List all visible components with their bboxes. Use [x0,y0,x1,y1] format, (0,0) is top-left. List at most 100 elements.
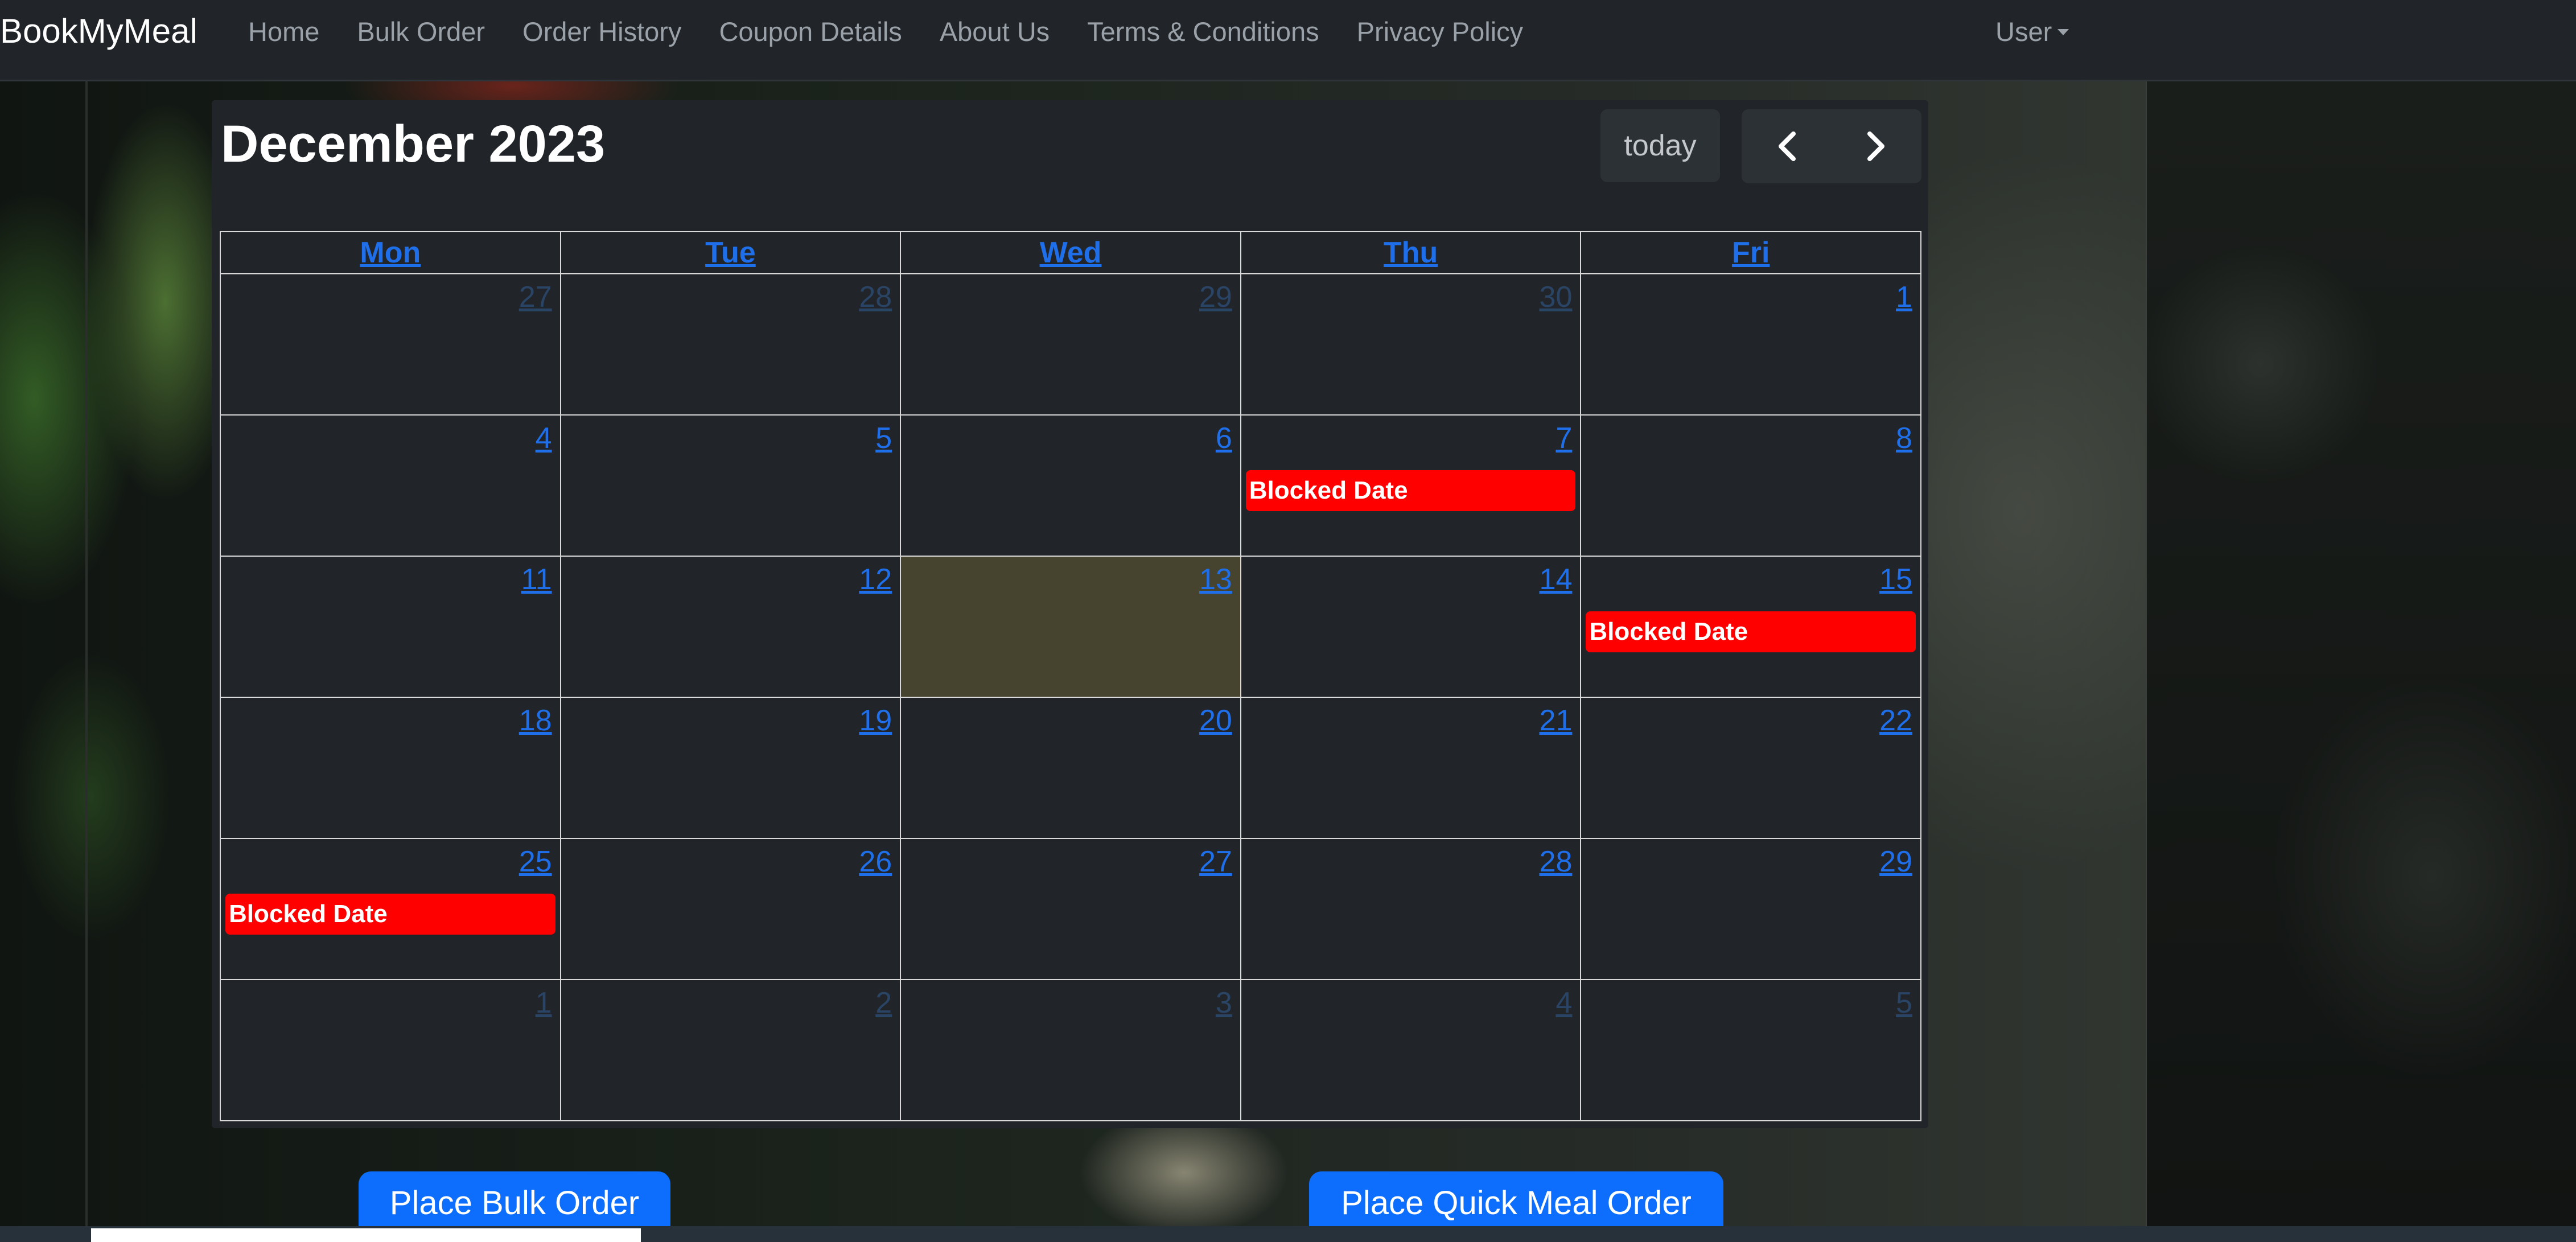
day-number[interactable]: 20 [1199,702,1232,739]
calendar-day-cell[interactable]: 6 [901,416,1241,556]
day-number[interactable]: 6 [1216,420,1232,457]
calendar-day-cell[interactable]: 2 [561,980,902,1120]
day-number[interactable]: 30 [1540,279,1573,315]
day-number[interactable]: 12 [859,561,892,598]
caret-down-icon [2057,29,2069,35]
calendar-week-row: 25 Blocked Date 26 27 28 29 [221,839,1920,980]
day-number[interactable]: 1 [536,985,552,1021]
nav-about-us[interactable]: About Us [940,15,1050,49]
calendar-day-cell[interactable]: 21 [1241,698,1582,838]
day-number[interactable]: 27 [519,279,552,315]
brand-logo[interactable]: BookMyMeal [0,11,197,51]
calendar-day-cell[interactable]: 4 [221,416,561,556]
calendar-day-cell-today[interactable]: 13 [901,557,1241,697]
day-number[interactable]: 2 [875,985,892,1021]
weekday-wed[interactable]: Wed [901,232,1241,273]
chevron-right-icon [1867,131,1884,161]
calendar-day-cell[interactable]: 14 [1241,557,1582,697]
user-dropdown-label: User [1995,17,2052,47]
calendar-day-cell[interactable]: 12 [561,557,902,697]
calendar-day-cell[interactable]: 20 [901,698,1241,838]
day-number[interactable]: 28 [1540,844,1573,880]
day-number[interactable]: 29 [1199,279,1232,315]
next-month-button[interactable] [1832,109,1921,183]
day-number[interactable]: 5 [1896,985,1912,1021]
day-number[interactable]: 18 [519,702,552,739]
calendar-day-cell[interactable]: 3 [901,980,1241,1120]
day-number[interactable]: 19 [859,702,892,739]
today-button[interactable]: today [1600,109,1720,182]
calendar-grid: Mon Tue Wed Thu Fri 27 28 29 30 1 4 5 6 7 Blocked… [220,231,1921,1121]
blocked-date-event[interactable]: Blocked Date [1586,611,1916,652]
weekday-tue[interactable]: Tue [561,232,902,273]
calendar-day-cell[interactable]: 26 [561,839,902,979]
calendar-day-cell[interactable]: 25 Blocked Date [221,839,561,979]
day-number[interactable]: 15 [1879,561,1912,598]
content-left-edge [85,80,88,1242]
calendar-week-row: 27 28 29 30 1 [221,274,1920,416]
day-number[interactable]: 7 [1556,420,1572,457]
calendar-day-cell[interactable]: 27 [901,839,1241,979]
calendar-day-cell[interactable]: 22 [1581,698,1920,838]
blocked-date-event[interactable]: Blocked Date [225,894,555,935]
day-number[interactable]: 14 [1540,561,1573,598]
nav-bulk-order[interactable]: Bulk Order [357,15,485,49]
calendar-day-cell[interactable]: 29 [901,274,1241,414]
calendar-nav-buttons [1742,109,1921,183]
day-number[interactable]: 1 [1896,279,1912,315]
calendar: December 2023 today Mon Tue Wed Thu Fri … [212,100,1928,1128]
background-image-right [2146,80,2576,1242]
day-number[interactable]: 8 [1896,420,1912,457]
nav-terms-conditions[interactable]: Terms & Conditions [1087,15,1319,49]
day-number[interactable]: 11 [521,561,552,598]
day-number[interactable]: 4 [1556,985,1572,1021]
day-number[interactable]: 26 [859,844,892,880]
nav-home[interactable]: Home [248,15,319,49]
weekday-thu[interactable]: Thu [1241,232,1582,273]
calendar-day-cell[interactable]: 29 [1581,839,1920,979]
user-dropdown[interactable]: User [1995,15,2069,49]
calendar-day-cell[interactable]: 8 [1581,416,1920,556]
calendar-week-row: 1 2 3 4 5 [221,980,1920,1120]
day-number[interactable]: 22 [1879,702,1912,739]
day-number[interactable]: 4 [536,420,552,457]
day-number[interactable]: 28 [859,279,892,315]
day-number[interactable]: 21 [1540,702,1573,739]
calendar-day-cell[interactable]: 1 [221,980,561,1120]
chevron-left-icon [1779,131,1796,161]
day-number[interactable]: 13 [1199,561,1232,598]
bottom-white-panel [91,1228,641,1242]
place-bulk-order-button[interactable]: Place Bulk Order [359,1171,670,1234]
blocked-date-event[interactable]: Blocked Date [1245,470,1576,511]
day-number[interactable]: 25 [519,844,552,880]
nav-coupon-details[interactable]: Coupon Details [719,15,902,49]
calendar-day-cell[interactable]: 5 [561,416,902,556]
day-number[interactable]: 3 [1216,985,1232,1021]
calendar-day-cell[interactable]: 28 [1241,839,1582,979]
nav-privacy-policy[interactable]: Privacy Policy [1357,15,1524,49]
calendar-day-cell[interactable]: 30 [1241,274,1582,414]
calendar-day-cell[interactable]: 5 [1581,980,1920,1120]
day-number[interactable]: 5 [875,420,892,457]
calendar-title: December 2023 [221,115,606,173]
day-number[interactable]: 29 [1879,844,1912,880]
calendar-day-cell[interactable]: 27 [221,274,561,414]
calendar-day-cell[interactable]: 4 [1241,980,1582,1120]
prev-month-button[interactable] [1742,109,1832,183]
calendar-day-cell[interactable]: 15 Blocked Date [1581,557,1920,697]
day-number[interactable]: 27 [1199,844,1232,880]
calendar-day-cell[interactable]: 1 [1581,274,1920,414]
nav-order-history[interactable]: Order History [522,15,681,49]
calendar-week-row: 11 12 13 14 15 Blocked Date [221,557,1920,698]
calendar-day-cell[interactable]: 11 [221,557,561,697]
weekday-header: Mon Tue Wed Thu Fri [221,232,1920,274]
calendar-day-cell[interactable]: 7 Blocked Date [1241,416,1582,556]
calendar-day-cell[interactable]: 18 [221,698,561,838]
weekday-fri[interactable]: Fri [1581,232,1920,273]
calendar-day-cell[interactable]: 19 [561,698,902,838]
calendar-day-cell[interactable]: 28 [561,274,902,414]
nav-links: Home Bulk Order Order History Coupon Det… [248,15,1561,49]
place-quick-meal-order-button[interactable]: Place Quick Meal Order [1309,1171,1723,1234]
calendar-week-row: 4 5 6 7 Blocked Date 8 [221,416,1920,557]
weekday-mon[interactable]: Mon [221,232,561,273]
